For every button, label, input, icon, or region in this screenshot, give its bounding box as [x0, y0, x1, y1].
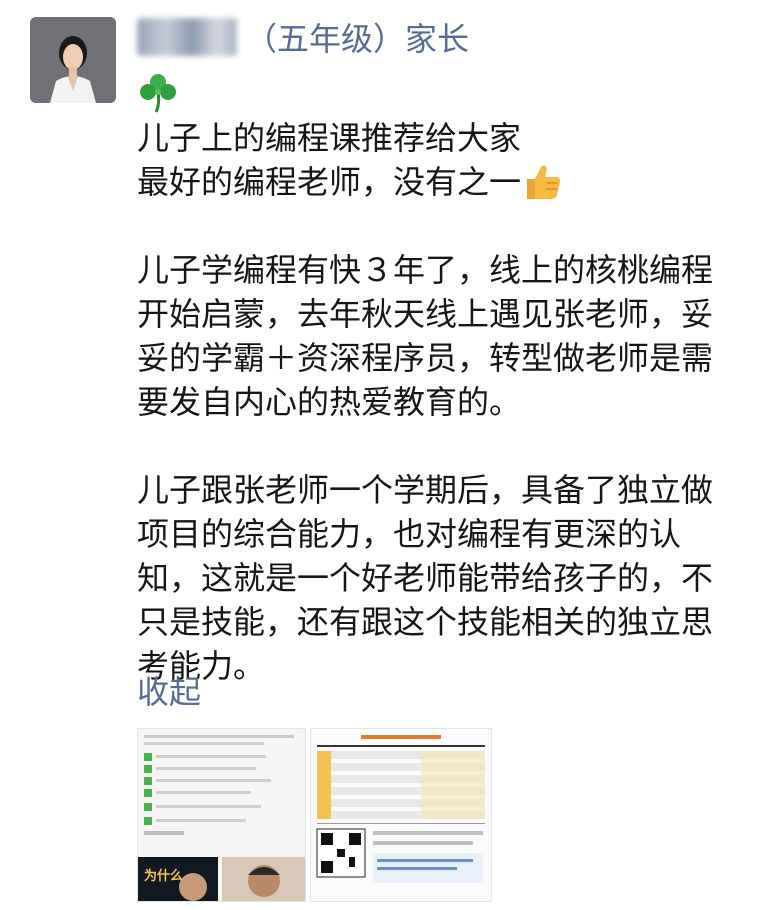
post-line: 考能力。: [137, 647, 266, 685]
avatar[interactable]: [30, 17, 116, 103]
avatar-portrait: [30, 17, 116, 103]
post-text: 儿子上的编程课推荐给大家 最好的编程老师，没有之一 儿子学编程有快３年了，线上的…: [137, 116, 762, 688]
thumbnail-caption: 为什么: [144, 869, 184, 884]
collapse-link[interactable]: 收起: [137, 670, 201, 714]
username-suffix: （五年级）家长: [245, 20, 470, 58]
post-line: 儿子上的编程课推荐给大家: [137, 119, 522, 157]
post-line: 妥的学霸＋资深程序员，转型做老师是需: [137, 339, 714, 377]
post-line: 知，这就是一个好老师能带给孩子的，不: [137, 559, 714, 597]
username[interactable]: （五年级）家长: [137, 14, 469, 60]
thumbs-up-icon: [521, 161, 563, 201]
screenshot-thumbnail[interactable]: 为什么: [137, 728, 306, 902]
blurred-name: [137, 18, 237, 56]
post-line: 项目的综合能力，也对编程有更深的认: [137, 515, 682, 553]
post-line: 最好的编程老师，没有之一: [137, 160, 762, 204]
post-line: 儿子学编程有快３年了，线上的核桃编程: [137, 251, 714, 289]
post-line: 只是技能，还有跟这个技能相关的独立思: [137, 603, 714, 641]
post-line: 开始启蒙，去年秋天线上遇见张老师，妥: [137, 295, 714, 333]
schedule-thumbnail[interactable]: [310, 728, 492, 902]
post-line: 要发自内心的热爱教育的。: [137, 383, 522, 421]
post-line: 儿子跟张老师一个学期后，具备了独立做: [137, 471, 714, 509]
clover-icon: [136, 70, 180, 114]
